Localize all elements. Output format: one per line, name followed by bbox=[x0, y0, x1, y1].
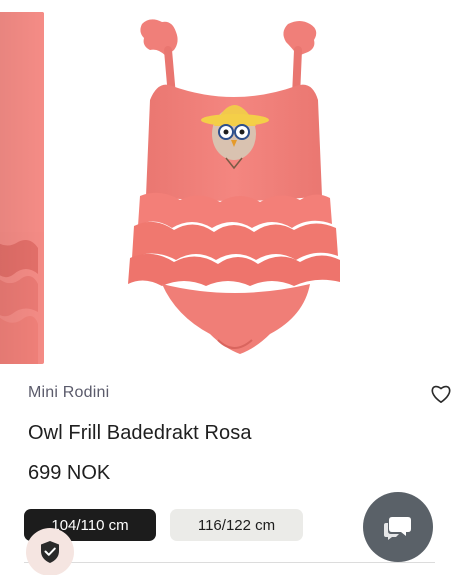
wishlist-button[interactable] bbox=[430, 384, 452, 404]
divider bbox=[24, 562, 435, 563]
size-option-label: 116/122 cm bbox=[197, 516, 276, 534]
owl-frill-swimsuit-image bbox=[128, 19, 340, 354]
chat-button[interactable] bbox=[363, 492, 433, 562]
chat-bubbles-icon bbox=[384, 517, 411, 540]
product-brand[interactable]: Mini Rodini bbox=[28, 384, 109, 402]
heart-outline-icon bbox=[431, 385, 451, 403]
product-image-gallery[interactable] bbox=[0, 0, 459, 368]
product-title: Owl Frill Badedrakt Rosa bbox=[28, 422, 252, 444]
previous-product-image[interactable] bbox=[0, 12, 44, 364]
product-price: 699 NOK bbox=[28, 462, 111, 484]
swimsuit-detail-image bbox=[0, 12, 44, 364]
main-product-image[interactable] bbox=[110, 10, 360, 362]
trust-badge[interactable] bbox=[26, 528, 74, 575]
size-option-116-122[interactable]: 116/122 cm bbox=[170, 509, 303, 541]
shield-check-icon bbox=[41, 541, 59, 563]
